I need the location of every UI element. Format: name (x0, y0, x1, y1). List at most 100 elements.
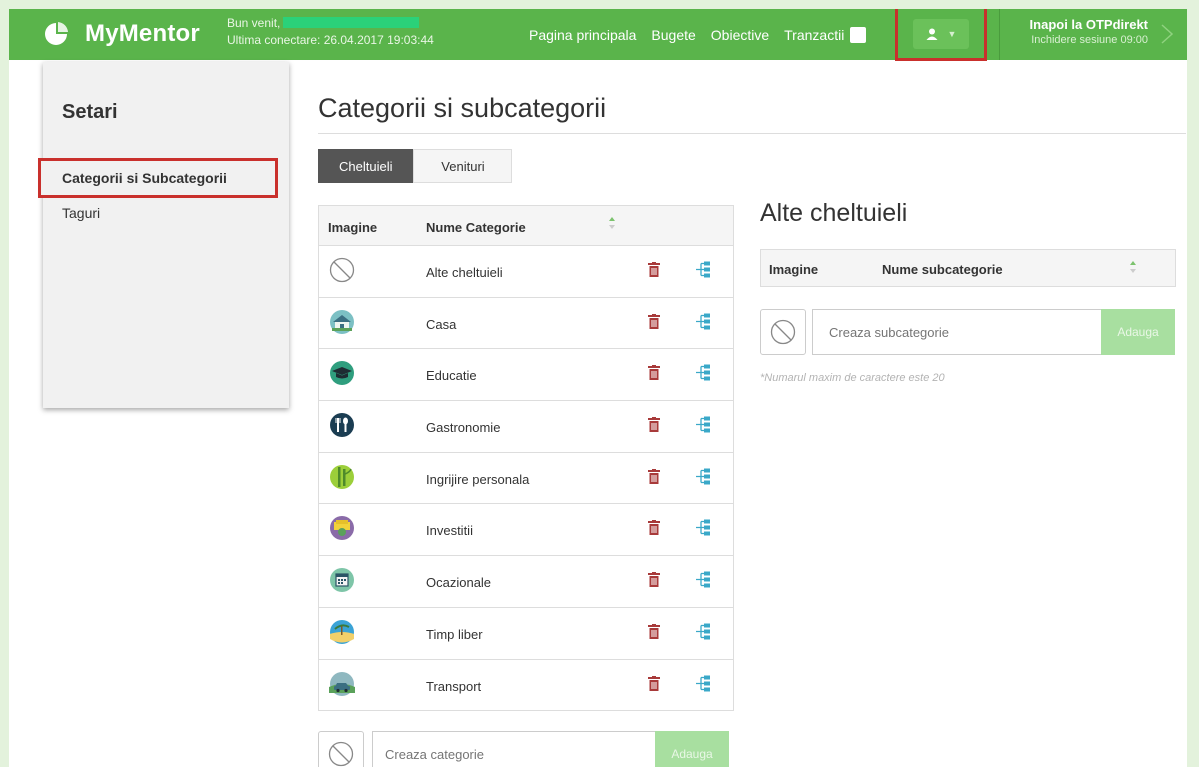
category-name-input[interactable] (372, 731, 655, 767)
no-image-icon (329, 257, 355, 283)
add-subcategory-row: Adauga (760, 309, 1175, 355)
app-frame: MyMentor Bun venit, Ultima conectare: 26… (9, 9, 1190, 767)
subcategory-name-input[interactable] (812, 309, 1101, 355)
category-name: Transport (426, 678, 482, 694)
category-name: Ocazionale (426, 575, 492, 591)
add-category-row: Adauga (318, 731, 729, 767)
trash-icon[interactable] (648, 675, 660, 691)
subcategory-tree-icon[interactable] (695, 571, 711, 588)
pie-logo-icon (45, 22, 68, 45)
nav-transactions[interactable]: Tranzactii (784, 27, 844, 43)
col-image: Imagine (769, 262, 819, 277)
category-name: Investitii (426, 523, 473, 539)
redacted-username (283, 17, 420, 28)
back-label: Inapoi la OTPdirekt (1029, 17, 1148, 32)
welcome-text: Bun venit, (227, 16, 281, 30)
add-subcategory-button[interactable]: Adauga (1101, 309, 1175, 355)
page-title: Categorii si subcategorii (318, 93, 607, 123)
chevron-right-icon[interactable] (1160, 23, 1174, 45)
chevron-down-icon: ▼ (947, 28, 957, 39)
categories-table: Imagine Nume Categorie Alte cheltuieli C… (318, 205, 734, 712)
title-divider (318, 133, 1186, 134)
graduation-cap-icon (330, 361, 354, 386)
header-divider (999, 9, 1000, 60)
sidebar-item-categories[interactable]: Categorii si Subcategorii (38, 158, 278, 198)
subcategory-tree-icon[interactable] (695, 675, 711, 692)
subcategory-tree-icon[interactable] (695, 416, 711, 433)
sidebar-title: Setari (62, 101, 118, 123)
subcategory-tree-icon[interactable] (695, 519, 711, 536)
session-timer: Inchidere sesiune 09:00 (1031, 34, 1148, 46)
app-name: MyMentor (85, 20, 200, 47)
tab-income[interactable]: Venituri (413, 149, 513, 183)
add-transaction-button[interactable]: + (850, 26, 867, 43)
category-name: Ingrijire personala (426, 471, 530, 487)
welcome-block: Bun venit, Ultima conectare: 26.04.2017 … (227, 15, 434, 49)
user-menu-highlight: ▼ (895, 9, 987, 61)
subcategory-tree-icon[interactable] (695, 468, 711, 485)
last-login-text: Ultima conectare: 26.04.2017 19:03:44 (227, 33, 434, 47)
bamboo-icon (330, 464, 354, 489)
category-type-tabs: Cheltuieli Venituri (318, 149, 513, 183)
nav-budgets[interactable]: Bugete (651, 27, 695, 43)
subcategory-tree-icon[interactable] (695, 261, 711, 278)
main-nav: Pagina principala Bugete Obiective Tranz… (529, 9, 881, 60)
trash-icon[interactable] (648, 313, 660, 329)
top-bar: MyMentor Bun venit, Ultima conectare: 26… (9, 9, 1190, 61)
nav-goals[interactable]: Obiective (711, 27, 769, 43)
table-row[interactable]: Transport (319, 660, 733, 712)
sidebar-item-tags[interactable]: Taguri (62, 205, 100, 221)
category-image-picker[interactable] (318, 731, 364, 767)
subcategory-table-header: Imagine Nume subcategorie (760, 249, 1176, 287)
trash-icon[interactable] (648, 262, 660, 277)
subcategory-tree-icon[interactable] (695, 313, 711, 330)
user-icon (926, 28, 938, 40)
car-icon (329, 671, 355, 696)
calendar-icon (330, 568, 354, 593)
category-name: Gastronomie (426, 420, 501, 436)
col-image: Imagine (328, 220, 378, 235)
tab-expenses[interactable]: Cheltuieli (318, 149, 414, 183)
table-row[interactable]: Investitii (319, 504, 733, 557)
table-row[interactable]: Ocazionale (319, 556, 733, 608)
category-name: Educatie (426, 368, 477, 384)
table-row[interactable]: Gastronomie (319, 401, 733, 453)
nav-home[interactable]: Pagina principala (529, 27, 636, 43)
add-category-button[interactable]: Adauga (655, 731, 729, 767)
sort-icon[interactable] (608, 216, 616, 230)
trash-icon[interactable] (648, 520, 660, 536)
trash-icon[interactable] (648, 417, 660, 433)
user-menu-button[interactable]: ▼ (913, 18, 969, 49)
table-row[interactable]: Timp liber (319, 608, 733, 660)
table-row[interactable]: Alte cheltuieli (319, 246, 733, 298)
trash-icon[interactable] (648, 468, 660, 484)
category-name: Alte cheltuieli (426, 265, 503, 280)
sort-icon[interactable] (1129, 260, 1137, 274)
beach-icon (330, 619, 354, 644)
fork-spoon-icon (330, 413, 354, 438)
logo[interactable]: MyMentor (41, 19, 200, 49)
back-to-otpdirekt[interactable]: Inapoi la OTPdirekt Inchidere sesiune 09… (1030, 17, 1148, 46)
table-row[interactable]: Ingrijire personala (319, 453, 733, 505)
col-subcategory-name[interactable]: Nume subcategorie (882, 262, 1003, 277)
subcategory-image-picker[interactable] (760, 309, 806, 355)
frame-edge (1187, 9, 1190, 767)
table-header: Imagine Nume Categorie (319, 206, 733, 246)
no-image-icon (770, 319, 796, 345)
house-icon (330, 309, 354, 334)
category-name: Casa (426, 316, 457, 332)
money-icon (330, 516, 354, 541)
table-row[interactable]: Educatie (319, 349, 733, 402)
subcategory-panel-title: Alte cheltuieli (760, 199, 908, 227)
table-row[interactable]: Casa (319, 298, 733, 350)
trash-icon[interactable] (648, 572, 660, 588)
max-chars-hint: *Numarul maxim de caractere este 20 (760, 372, 945, 384)
subcategory-tree-icon[interactable] (695, 623, 711, 640)
subcategory-tree-icon[interactable] (695, 364, 711, 381)
settings-sidebar: Setari Categorii si Subcategorii Taguri (38, 62, 289, 408)
trash-icon[interactable] (648, 365, 660, 381)
col-category-name[interactable]: Nume Categorie (426, 220, 526, 235)
category-name: Timp liber (426, 626, 483, 642)
trash-icon[interactable] (648, 623, 660, 639)
no-image-icon (328, 741, 354, 767)
